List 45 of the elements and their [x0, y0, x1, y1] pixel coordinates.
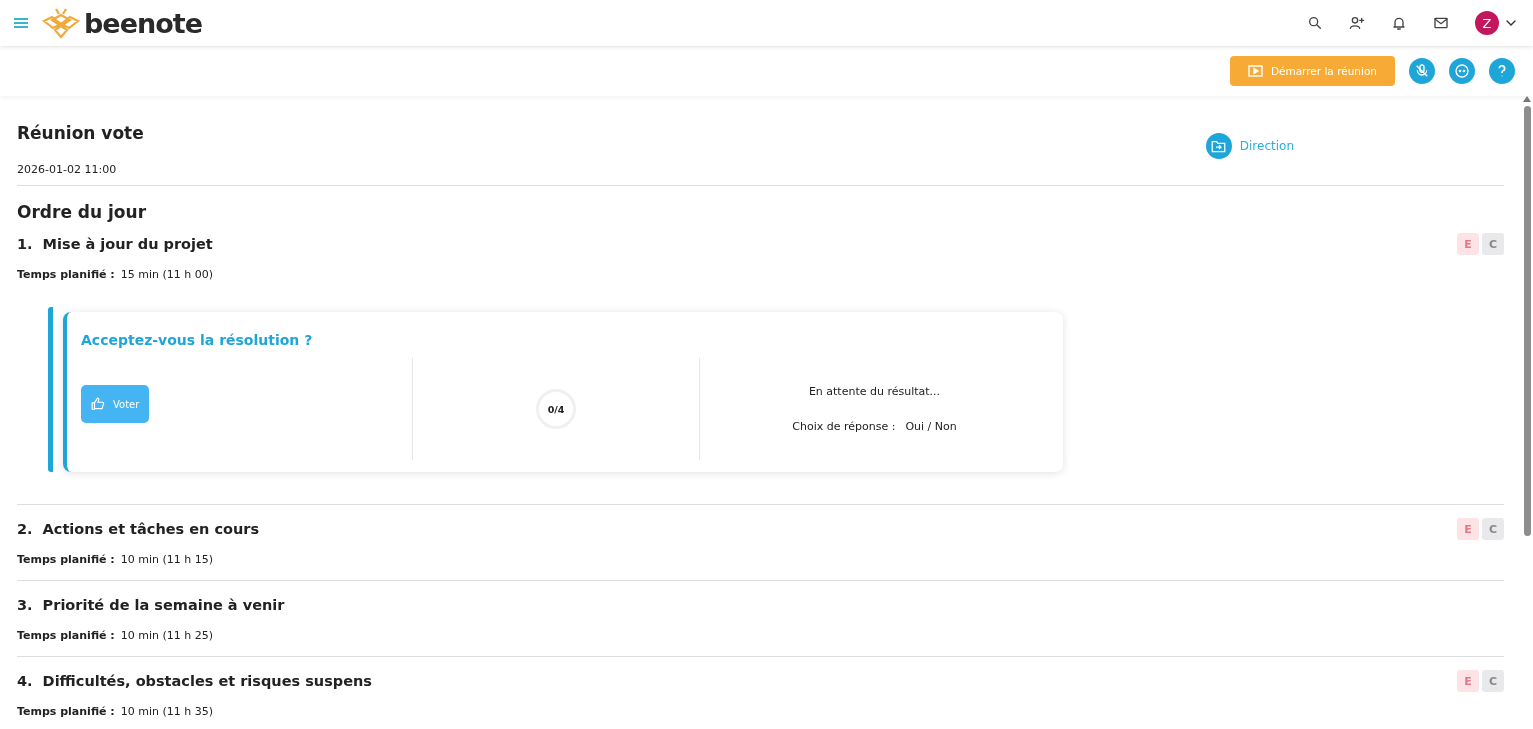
- vote-button[interactable]: Voter: [81, 385, 150, 423]
- agenda-item-title[interactable]: 3. Priorité de la semaine à venir: [17, 597, 285, 613]
- play-icon: [1247, 65, 1263, 77]
- thumbs-up-icon: [91, 397, 105, 411]
- meeting-title: Réunion vote: [17, 123, 144, 143]
- choice-options: Oui / Non: [905, 420, 957, 433]
- agenda-item-title[interactable]: 4. Difficultés, obstacles et risques suspens: [17, 673, 372, 689]
- time-label: Temps planifié :: [17, 705, 115, 718]
- status-tag[interactable]: E: [1457, 670, 1479, 692]
- status-tag[interactable]: C: [1482, 518, 1504, 540]
- vote-question: Acceptez-vous la résolution ?: [81, 332, 314, 348]
- time-label: Temps planifié :: [17, 553, 115, 566]
- scroll-up-icon[interactable]: [1523, 96, 1531, 102]
- status-tag[interactable]: C: [1482, 670, 1504, 692]
- face-icon[interactable]: [1449, 58, 1475, 84]
- vote-status: En attente du résultat...: [808, 385, 941, 398]
- status-tag[interactable]: C: [1482, 233, 1504, 255]
- folder-link[interactable]: Direction: [1239, 139, 1294, 153]
- search-icon[interactable]: [1307, 15, 1323, 31]
- scrollbar-thumb[interactable]: [1523, 106, 1531, 536]
- planned-time: 10 min (11 h 15): [120, 553, 213, 566]
- bee-logo-icon: [42, 6, 80, 40]
- notifications-icon[interactable]: [1391, 15, 1407, 31]
- agenda-item-title[interactable]: 2. Actions et tâches en cours: [17, 521, 260, 537]
- agenda-title: Ordre du jour: [17, 202, 148, 222]
- user-avatar[interactable]: Z: [1475, 11, 1499, 35]
- planned-time: 10 min (11 h 35): [120, 705, 213, 718]
- planned-time: 15 min (11 h 00): [120, 268, 213, 281]
- meeting-date: 2026-01-02 11:00: [17, 163, 118, 176]
- start-meeting-button[interactable]: Démarrer la réunion: [1229, 56, 1395, 86]
- time-label: Temps planifié :: [17, 268, 115, 281]
- mail-icon[interactable]: [1433, 15, 1449, 31]
- help-icon[interactable]: [1489, 58, 1515, 84]
- vote-count: 0/4: [536, 389, 576, 429]
- status-tag[interactable]: E: [1457, 233, 1479, 255]
- logo-text[interactable]: beenote: [84, 7, 202, 39]
- time-label: Temps planifié :: [17, 629, 115, 642]
- menu-icon[interactable]: [14, 17, 28, 29]
- planned-time: 10 min (11 h 25): [120, 629, 213, 642]
- mute-microphone-icon[interactable]: [1409, 58, 1435, 84]
- add-user-icon[interactable]: [1349, 15, 1365, 31]
- folder-icon: [1205, 133, 1232, 159]
- status-tag[interactable]: E: [1457, 518, 1479, 540]
- agenda-item-title[interactable]: 1. Mise à jour du projet: [17, 236, 213, 252]
- choice-label: Choix de réponse :: [792, 420, 896, 433]
